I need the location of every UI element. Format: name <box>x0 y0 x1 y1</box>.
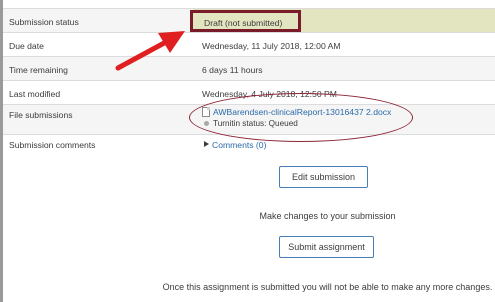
value-due-date: Wednesday, 11 July 2018, 12:00 AM <box>202 41 341 51</box>
submit-assignment-button[interactable]: Submit assignment <box>279 236 374 258</box>
label-submission-comments: Submission comments <box>9 140 96 150</box>
row-time-remaining: Time remaining 6 days 11 hours <box>3 56 495 80</box>
label-submission-status: Submission status <box>9 17 79 27</box>
make-changes-text: Make changes to your submission <box>259 211 396 221</box>
label-file-submissions: File submissions <box>9 110 73 120</box>
comments-link[interactable]: Comments (0) <box>212 140 266 150</box>
submit-warning-text: Once this assignment is submitted you wi… <box>162 282 493 292</box>
value-submission-status: Draft (not submitted) <box>204 18 283 28</box>
row-submission-status: Submission status Draft (not submitted) <box>3 8 495 33</box>
submission-status-panel: Submission status Draft (not submitted) … <box>0 0 495 302</box>
label-last-modified: Last modified <box>9 89 61 99</box>
label-due-date: Due date <box>9 41 44 51</box>
caret-right-icon[interactable] <box>204 141 209 147</box>
label-time-remaining: Time remaining <box>9 65 68 75</box>
file-annotation-oval <box>189 93 413 142</box>
edit-submission-button[interactable]: Edit submission <box>279 166 368 188</box>
value-time-remaining: 6 days 11 hours <box>202 65 263 75</box>
status-highlight-box: Draft (not submitted) <box>190 10 301 32</box>
row-due-date: Due date Wednesday, 11 July 2018, 12:00 … <box>3 32 495 56</box>
